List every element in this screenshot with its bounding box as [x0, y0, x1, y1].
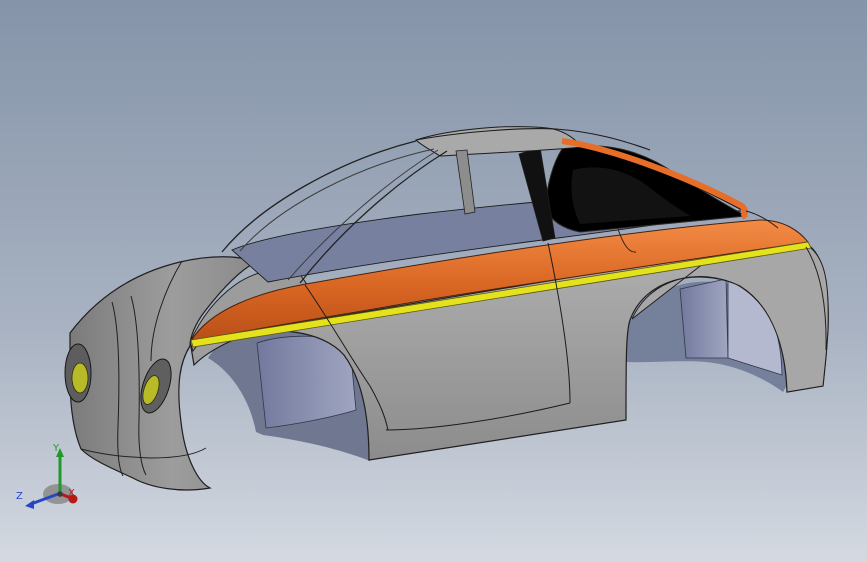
view-orientation-triad: Y Z X: [10, 438, 94, 516]
triad-x-label: X: [68, 488, 75, 499]
left-headlight: [64, 343, 92, 403]
triad-z-label: Z: [16, 491, 23, 502]
graphics-viewport[interactable]: Y Z X: [0, 0, 867, 562]
triad-y-label: Y: [53, 443, 60, 454]
car-body-model[interactable]: [0, 0, 867, 562]
